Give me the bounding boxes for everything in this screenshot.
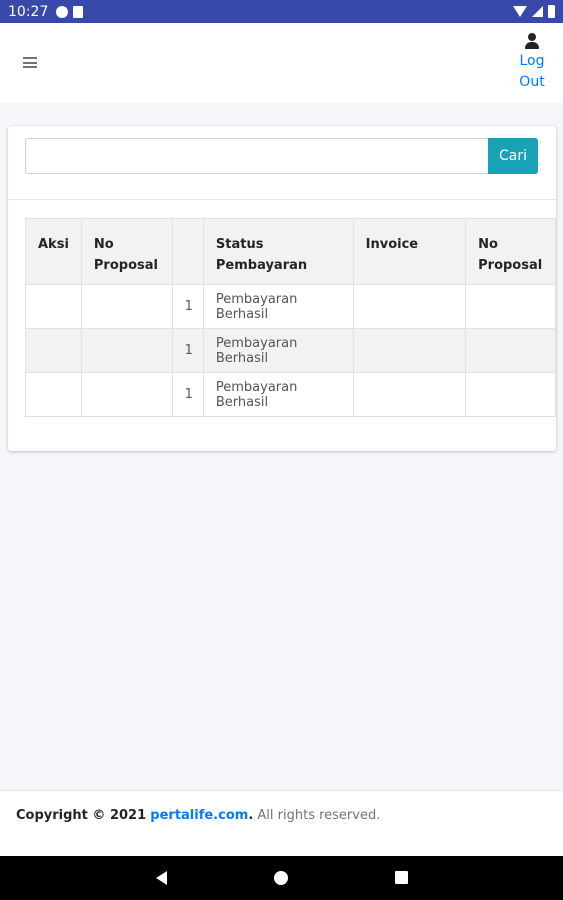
col-header-no-proposal-2: No Proposal — [465, 218, 556, 285]
logout-label-line2: Out — [519, 74, 545, 90]
search-bar: Cari — [8, 126, 556, 200]
cell-count: 1 — [171, 328, 204, 373]
search-button[interactable]: Cari — [488, 138, 538, 174]
col-header-invoice: Invoice — [352, 218, 467, 285]
site-link[interactable]: pertalife.com — [150, 808, 248, 823]
table-row: 1 Pembayaran Berhasil — [25, 372, 556, 417]
cell-no-proposal — [80, 372, 173, 417]
hamburger-icon[interactable] — [23, 57, 37, 68]
cell-invoice — [352, 328, 467, 373]
payment-table: Aksi No Proposal Status Pembayaran Invoi… — [25, 218, 556, 417]
table-row: 1 Pembayaran Berhasil — [25, 284, 556, 329]
cell-aksi — [25, 328, 82, 373]
status-bar: 10:27 — [0, 0, 563, 23]
notification-icon — [56, 5, 69, 18]
col-header-no-proposal: No Proposal — [80, 218, 173, 285]
clock: 10:27 — [8, 3, 49, 20]
cell-aksi — [25, 284, 82, 329]
cell-invoice — [352, 284, 467, 329]
rights-text: All rights reserved. — [257, 808, 381, 823]
cell-status: Pembayaran Berhasil — [202, 328, 354, 373]
cell-status: Pembayaran Berhasil — [202, 284, 354, 329]
home-icon[interactable] — [274, 871, 288, 885]
cell-invoice — [352, 372, 467, 417]
col-header-count — [171, 218, 204, 285]
battery-icon — [548, 5, 555, 18]
page-footer: Copyright © 2021 pertalife.com. All righ… — [0, 790, 563, 856]
top-navbar: Log Out — [0, 23, 563, 103]
col-header-status: Status Pembayaran — [202, 218, 354, 285]
copyright-text: Copyright © 2021 — [16, 808, 147, 823]
col-header-aksi: Aksi — [25, 218, 82, 285]
android-nav-bar — [0, 856, 563, 900]
cell-no-proposal-2 — [465, 372, 556, 417]
cell-no-proposal — [80, 284, 173, 329]
cell-aksi — [25, 372, 82, 417]
search-input[interactable] — [25, 138, 489, 174]
cell-status: Pembayaran Berhasil — [202, 372, 354, 417]
table-row: 1 Pembayaran Berhasil — [25, 328, 556, 373]
cell-no-proposal-2 — [465, 284, 556, 329]
sd-card-icon — [73, 5, 84, 18]
payment-card: Cari Aksi No Proposal Status Pembayaran … — [8, 126, 556, 451]
logout-link[interactable]: Log Out — [519, 33, 545, 93]
cell-count: 1 — [171, 372, 204, 417]
logout-label-line1: Log — [519, 53, 545, 69]
table-header-row: Aksi No Proposal Status Pembayaran Invoi… — [25, 218, 556, 285]
cell-count: 1 — [171, 284, 204, 329]
cell-no-proposal-2 — [465, 328, 556, 373]
recent-apps-icon[interactable] — [395, 871, 408, 884]
cell-no-proposal — [80, 328, 173, 373]
back-icon[interactable] — [156, 871, 167, 885]
wifi-icon — [513, 6, 527, 17]
user-icon — [525, 33, 539, 49]
signal-icon — [532, 6, 543, 17]
